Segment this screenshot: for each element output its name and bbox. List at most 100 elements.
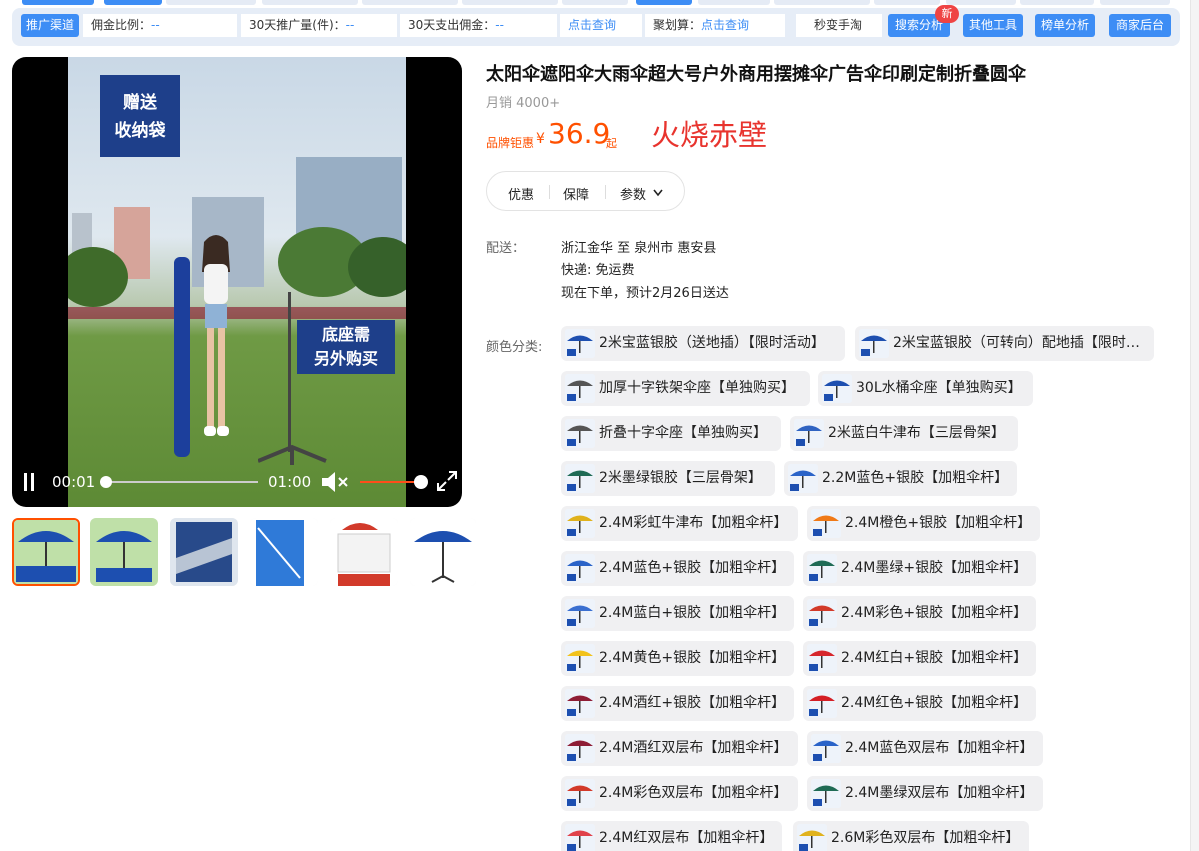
tab-divider xyxy=(605,185,606,199)
monthly-sales: 月销 4000+ xyxy=(486,96,561,111)
color-option[interactable]: 2.4M彩色+银胶【加粗伞杆】 xyxy=(803,596,1036,631)
volume-slider[interactable] xyxy=(360,481,422,483)
thumbnail-4[interactable] xyxy=(250,518,318,586)
commission-paid-field: 30天支出佣金：-- xyxy=(400,14,557,37)
color-option[interactable]: 加厚十字铁架伞座【单独购买】 xyxy=(561,371,810,406)
base-note-overlay: 底座需 另外购买 xyxy=(297,320,395,374)
color-option-label: 30L水桶伞座【单独购买】 xyxy=(856,380,1022,396)
page-scrollbar[interactable] xyxy=(1190,0,1199,851)
currency-symbol: ¥ xyxy=(536,131,545,147)
color-option[interactable]: 2米宝蓝银胶（可转向）配地插【限时… xyxy=(855,326,1154,361)
plugin-toolbar: 推广渠道 佣金比例： -- 30天推广量(件)：-- 30天支出佣金：-- 点击查… xyxy=(12,8,1180,46)
mute-icon[interactable] xyxy=(320,470,350,494)
other-tools-button[interactable]: 其他工具 xyxy=(963,14,1023,37)
tab-guarantee[interactable]: 保障 xyxy=(563,184,589,203)
query-link-1-text[interactable]: 点击查询 xyxy=(568,18,616,32)
duration: 01:00 xyxy=(268,473,312,491)
shipping-express: 快递: 免运费 xyxy=(561,263,635,278)
juhuasuan-label: 聚划算： xyxy=(653,18,702,32)
color-option[interactable]: 2米宝蓝银胶（送地插）【限时活动】 xyxy=(561,326,845,361)
volume-knob[interactable] xyxy=(414,475,428,489)
color-option[interactable]: 2米墨绿银胶【三层骨架】 xyxy=(561,461,775,496)
shop-watermark: 火烧赤壁 xyxy=(651,118,768,152)
product-video-player[interactable]: 赠送 收纳袋 底座需 另外购买 00:01 01:00 xyxy=(12,57,462,507)
color-option[interactable]: 2.4M红白+银胶【加粗伞杆】 xyxy=(803,641,1036,676)
color-option[interactable]: 30L水桶伞座【单独购买】 xyxy=(818,371,1033,406)
progress-bar[interactable] xyxy=(104,481,258,483)
color-option[interactable]: 2.2M蓝色+银胶【加粗伞杆】 xyxy=(784,461,1017,496)
color-option[interactable]: 2.4M橙色+银胶【加粗伞杆】 xyxy=(807,506,1040,541)
umbrella-thumbnail-icon xyxy=(565,464,595,493)
color-option-label: 2.4M蓝色+银胶【加粗伞杆】 xyxy=(599,560,786,576)
color-option-label: 2.4M黄色+银胶【加粗伞杆】 xyxy=(599,650,786,666)
color-option[interactable]: 2.4M黄色+银胶【加粗伞杆】 xyxy=(561,641,794,676)
progress-knob[interactable] xyxy=(100,476,112,488)
query-link-1[interactable]: 点击查询 xyxy=(560,14,642,37)
umbrella-thumbnail-icon xyxy=(565,824,595,851)
color-option[interactable]: 2.4M蓝色双层布【加粗伞杆】 xyxy=(807,731,1043,766)
commission-paid-value: -- xyxy=(495,18,504,32)
umbrella-thumbnail-icon xyxy=(565,374,595,403)
color-option[interactable]: 2.4M红双层布【加粗伞杆】 xyxy=(561,821,782,851)
query-link-2[interactable]: 点击查询 xyxy=(701,18,749,32)
channel-button[interactable]: 推广渠道 xyxy=(21,14,79,37)
umbrella-thumbnail-icon xyxy=(807,644,837,673)
color-option-label: 2米蓝白牛津布【三层骨架】 xyxy=(828,425,1005,441)
color-option[interactable]: 2.4M红色+银胶【加粗伞杆】 xyxy=(803,686,1036,721)
color-option[interactable]: 2.4M墨绿+银胶【加粗伞杆】 xyxy=(803,551,1036,586)
juhuasuan-field: 聚划算：点击查询 xyxy=(645,14,785,37)
fullscreen-icon[interactable] xyxy=(436,470,458,492)
thumbnail-1[interactable] xyxy=(12,518,80,586)
tab-discount[interactable]: 优惠 xyxy=(508,184,534,203)
thumbnail-5[interactable] xyxy=(330,518,398,586)
color-option-label: 2.4M蓝色双层布【加粗伞杆】 xyxy=(845,740,1034,756)
gift-overlay: 赠送 收纳袋 xyxy=(100,75,180,157)
pause-icon[interactable] xyxy=(22,473,36,491)
folded-umbrella xyxy=(174,257,190,457)
umbrella-thumbnail-icon xyxy=(565,779,595,808)
color-option[interactable]: 2.4M彩色双层布【加粗伞杆】 xyxy=(561,776,798,811)
umbrella-thumbnail-icon xyxy=(565,329,595,358)
color-option[interactable]: 2.4M酒红双层布【加粗伞杆】 xyxy=(561,731,798,766)
color-option-label: 2.4M彩虹牛津布【加粗伞杆】 xyxy=(599,515,788,531)
chevron-down-icon[interactable] xyxy=(653,189,663,197)
tab-params[interactable]: 参数 xyxy=(620,184,646,203)
color-option-label: 2米宝蓝银胶（可转向）配地插【限时… xyxy=(893,335,1140,351)
color-option[interactable]: 2.6M彩色双层布【加粗伞杆】 xyxy=(793,821,1029,851)
color-option[interactable]: 折叠十字伞座【单独购买】 xyxy=(561,416,781,451)
umbrella-thumbnail-icon xyxy=(565,599,595,628)
thumbnail-6[interactable] xyxy=(410,518,476,586)
thumbnail-2[interactable] xyxy=(90,518,158,586)
commission-label: 佣金比例： xyxy=(91,18,152,32)
second-switch-button[interactable]: 秒变手淘 xyxy=(796,14,882,37)
color-option-label: 2.4M酒红双层布【加粗伞杆】 xyxy=(599,740,788,756)
umbrella-thumbnail-icon xyxy=(794,419,824,448)
color-option[interactable]: 2.4M蓝白+银胶【加粗伞杆】 xyxy=(561,596,794,631)
color-option[interactable]: 2.4M彩虹牛津布【加粗伞杆】 xyxy=(561,506,798,541)
price-value: 36.9 xyxy=(548,117,611,150)
color-option-label: 2.4M酒红+银胶【加粗伞杆】 xyxy=(599,695,786,711)
color-option[interactable]: 2.4M酒红+银胶【加粗伞杆】 xyxy=(561,686,794,721)
merchant-backend-button[interactable]: 商家后台 xyxy=(1109,14,1171,37)
umbrella-thumbnail-icon xyxy=(565,554,595,583)
thumbnail-3[interactable] xyxy=(170,518,238,586)
price-suffix: 起 xyxy=(606,137,617,150)
color-option-label: 2.4M红双层布【加粗伞杆】 xyxy=(599,830,774,846)
promo-volume-field: 30天推广量(件)：-- xyxy=(241,14,397,37)
umbrella-thumbnail-icon xyxy=(788,464,818,493)
umbrella-thumbnail-icon xyxy=(565,689,595,718)
color-option[interactable]: 2.4M蓝色+银胶【加粗伞杆】 xyxy=(561,551,794,586)
umbrella-thumbnail-icon xyxy=(822,374,852,403)
color-option-label: 2.4M红白+银胶【加粗伞杆】 xyxy=(841,650,1028,666)
color-option-label: 2米墨绿银胶【三层骨架】 xyxy=(599,470,762,486)
umbrella-thumbnail-icon xyxy=(807,554,837,583)
tab-divider xyxy=(549,185,550,199)
color-option[interactable]: 2米蓝白牛津布【三层骨架】 xyxy=(790,416,1018,451)
model-figure xyxy=(202,235,230,436)
umbrella-thumbnail-icon xyxy=(859,329,889,358)
shipping-route[interactable]: 浙江金华 至 泉州市 惠安县 xyxy=(561,237,716,256)
color-option[interactable]: 2.4M墨绿双层布【加粗伞杆】 xyxy=(807,776,1043,811)
video-frame: 赠送 收纳袋 底座需 另外购买 xyxy=(68,57,406,507)
umbrella-thumbnail-icon xyxy=(811,734,841,763)
ranking-button[interactable]: 榜单分析 xyxy=(1035,14,1095,37)
